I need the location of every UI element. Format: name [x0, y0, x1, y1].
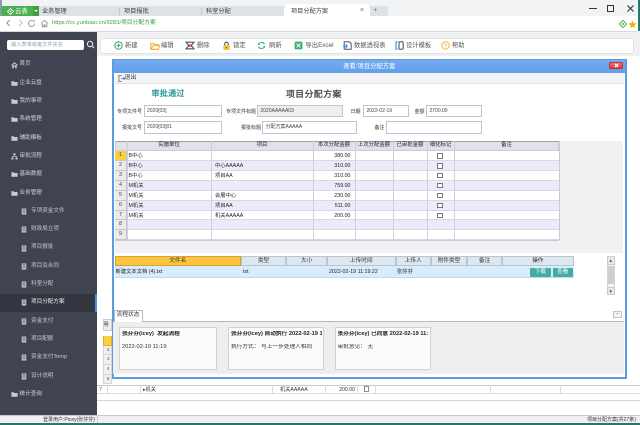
- svg-text:?: ?: [444, 43, 447, 49]
